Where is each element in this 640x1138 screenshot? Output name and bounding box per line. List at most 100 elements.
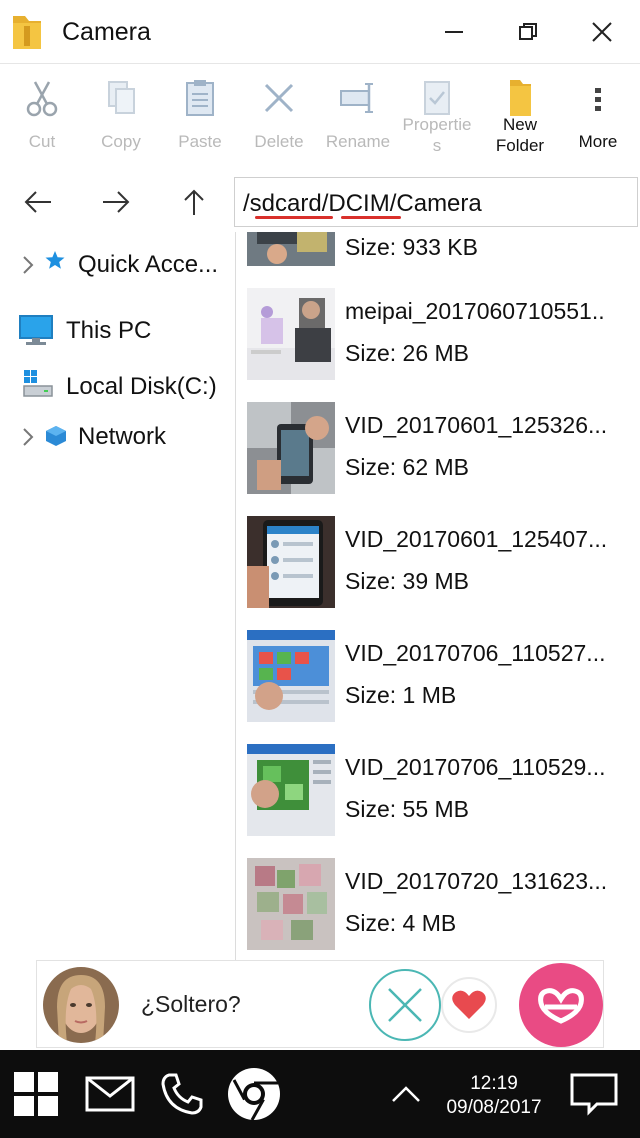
chevron-right-icon[interactable] xyxy=(20,253,36,277)
properties-label-line1: Propertie xyxy=(402,115,472,134)
cut-label: Cut xyxy=(28,132,56,151)
chrome-button[interactable] xyxy=(224,1064,284,1124)
file-name: meipai_2017060710551.. xyxy=(345,298,605,324)
phone-icon xyxy=(161,1073,203,1115)
heart-icon xyxy=(452,990,486,1019)
paste-button[interactable]: Paste xyxy=(160,78,240,174)
spellcheck-underline xyxy=(341,216,401,219)
window-title: Camera xyxy=(62,18,151,46)
disk-icon xyxy=(23,370,53,397)
folder-icon xyxy=(13,16,41,49)
sidebar-item-label: This PC xyxy=(66,317,152,344)
notification-icon xyxy=(570,1073,618,1116)
file-size: Size: 55 MB xyxy=(345,796,469,822)
cut-button[interactable]: Cut xyxy=(2,78,82,174)
close-button[interactable] xyxy=(582,12,622,52)
file-thumbnail xyxy=(247,744,335,836)
file-thumbnail xyxy=(247,858,335,950)
clipboard-icon xyxy=(186,80,214,116)
file-name: VID_20170706_110527... xyxy=(345,640,606,666)
file-size: Size: 62 MB xyxy=(345,454,469,480)
rename-label: Rename xyxy=(325,132,391,151)
copy-label: Copy xyxy=(101,132,141,151)
arrow-right-icon xyxy=(103,191,130,213)
network-icon xyxy=(46,426,66,446)
navigation-pane: Quick Acce... This PC Local Disk(C:) Net… xyxy=(0,232,236,960)
clock[interactable]: 12:19 09/08/2017 xyxy=(430,1072,558,1120)
dismiss-button[interactable] xyxy=(369,969,441,1041)
up-button[interactable] xyxy=(174,182,214,222)
close-icon xyxy=(592,22,612,42)
delete-icon xyxy=(264,83,294,113)
file-thumbnail xyxy=(247,630,335,722)
file-size: Size: 4 MB xyxy=(345,910,457,936)
delete-button[interactable]: Delete xyxy=(239,78,319,174)
sidebar-item-label: Network xyxy=(78,423,167,450)
delete-label: Delete xyxy=(254,132,304,151)
windows-icon xyxy=(14,1072,58,1116)
new-folder-button[interactable]: New Folder xyxy=(480,78,560,174)
list-item[interactable]: meipai_2017060710551.. Size: 26 MB xyxy=(237,288,640,402)
address-segment: / xyxy=(243,190,250,217)
file-list[interactable]: Size: 933 KB meipai_2017060710551.. Size… xyxy=(237,232,640,960)
avatar xyxy=(43,967,119,1043)
properties-button[interactable]: Propertie s xyxy=(397,78,477,174)
sidebar-item-quick-access[interactable]: Quick Acce... xyxy=(0,240,236,290)
arrow-left-icon xyxy=(24,191,51,213)
sidebar-item-label: Quick Acce... xyxy=(78,251,219,278)
list-item[interactable]: VID_20170720_131623... Size: 4 MB xyxy=(237,858,640,960)
copy-button[interactable]: Copy xyxy=(81,78,161,174)
sidebar-item-network[interactable]: Network xyxy=(0,412,236,462)
minimize-button[interactable] xyxy=(434,12,474,52)
action-center-button[interactable] xyxy=(564,1064,624,1124)
address-segment-dcim: DCIM xyxy=(328,190,390,217)
restore-icon xyxy=(519,23,537,40)
restore-button[interactable] xyxy=(508,12,548,52)
sidebar-item-this-pc[interactable]: This PC xyxy=(0,306,236,356)
sidebar-item-local-disk[interactable]: Local Disk(C:) xyxy=(0,362,236,412)
start-button[interactable] xyxy=(6,1064,66,1124)
app-logo[interactable] xyxy=(519,963,603,1047)
title-bar: Camera xyxy=(0,0,640,64)
address-segment-sdcard: sdcard xyxy=(249,190,322,217)
monitor-icon xyxy=(19,315,53,345)
ad-text: ¿Soltero? xyxy=(141,991,241,1017)
arrow-up-icon xyxy=(184,189,204,215)
copy-icon xyxy=(108,81,135,114)
rename-icon xyxy=(340,83,373,113)
show-hidden-icons-button[interactable] xyxy=(376,1064,436,1124)
close-icon xyxy=(388,988,422,1022)
toolbar: Cut Copy Paste Delete Rename Propertie s… xyxy=(0,66,640,174)
navigation-row: /sdcard/DCIM/Camera xyxy=(0,174,640,230)
forward-button[interactable] xyxy=(96,182,136,222)
ad-banner[interactable]: ¿Soltero? xyxy=(36,960,604,1048)
list-item[interactable]: VID_20170706_110529... Size: 55 MB xyxy=(237,744,640,858)
scissors-icon xyxy=(26,81,58,117)
like-button[interactable] xyxy=(441,977,497,1033)
more-button[interactable]: More xyxy=(558,78,638,174)
mail-button[interactable] xyxy=(80,1064,140,1124)
sidebar-item-label: Local Disk(C:) xyxy=(66,373,217,400)
more-vertical-icon xyxy=(595,88,601,111)
phone-button[interactable] xyxy=(152,1064,212,1124)
file-thumbnail xyxy=(247,402,335,494)
list-item[interactable]: VID_20170706_110527... Size: 1 MB xyxy=(237,630,640,744)
clock-time: 12:19 xyxy=(470,1073,518,1094)
file-name: VID_20170601_125326... xyxy=(345,412,608,438)
file-name: VID_20170706_110529... xyxy=(345,754,606,780)
file-thumbnail xyxy=(247,232,335,266)
back-button[interactable] xyxy=(18,182,58,222)
file-thumbnail xyxy=(247,288,335,380)
heart-infinity-icon xyxy=(538,988,584,1024)
file-size: Size: 1 MB xyxy=(345,682,457,708)
address-segment-camera: /Camera xyxy=(389,190,482,217)
more-label: More xyxy=(578,132,618,151)
list-item[interactable]: VID_20170601_125326... Size: 62 MB xyxy=(237,402,640,516)
rename-button[interactable]: Rename xyxy=(318,78,398,174)
clock-date: 09/08/2017 xyxy=(446,1097,542,1118)
chevron-right-icon[interactable] xyxy=(20,425,36,449)
address-bar[interactable]: /sdcard/DCIM/Camera xyxy=(234,177,638,227)
file-name: VID_20170601_125407... xyxy=(345,526,608,552)
address-path: /sdcard/DCIM/Camera xyxy=(243,190,482,218)
list-item[interactable]: VID_20170601_125407... Size: 39 MB xyxy=(237,516,640,630)
